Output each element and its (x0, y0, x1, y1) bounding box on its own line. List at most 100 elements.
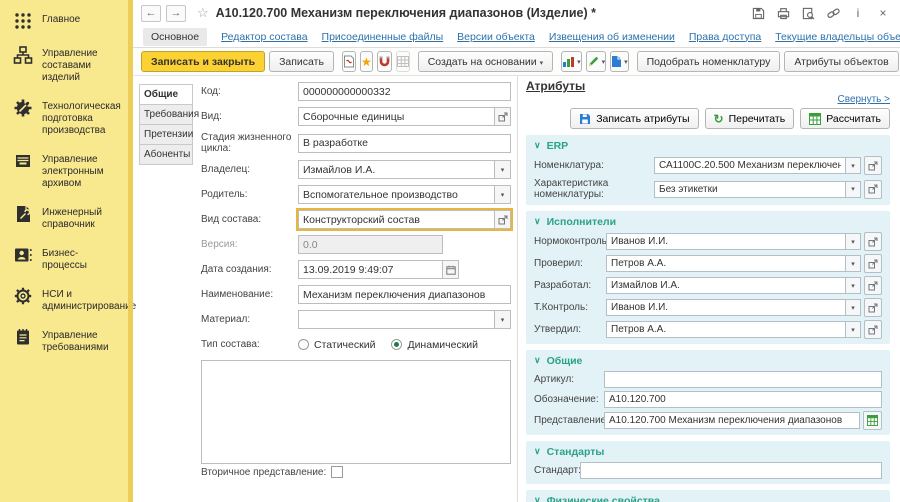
characteristic-open-button[interactable] (864, 180, 882, 199)
kind-input[interactable] (298, 107, 495, 126)
save-icon[interactable] (751, 6, 765, 20)
standard-input[interactable] (580, 462, 882, 479)
code-input[interactable] (298, 82, 511, 101)
favorites-button[interactable]: ★ (360, 51, 373, 72)
tab-current-owners[interactable]: Текущие владельцы объекта (775, 31, 900, 43)
sidebar-splitter[interactable] (128, 0, 133, 502)
sidebar-item-requirements-management[interactable]: Управление требованиями (0, 320, 133, 361)
developed-by-dropdown-button[interactable]: ▾ (846, 277, 861, 294)
checked-by-dropdown-button[interactable]: ▾ (846, 255, 861, 272)
tab-requirements[interactable]: Требования (139, 104, 193, 125)
parent-dropdown-button[interactable]: ▾ (495, 185, 511, 204)
info-icon[interactable]: i (851, 6, 865, 20)
tech-control-input[interactable] (606, 299, 846, 316)
sidebar-item-tech-preparation[interactable]: Технологическая подготовка производства (0, 91, 133, 144)
parent-input[interactable] (298, 185, 495, 204)
preview-icon[interactable] (801, 6, 815, 20)
section-common-header[interactable]: ∨Общие (534, 353, 882, 368)
tab-subscribers[interactable]: Абоненты (139, 144, 193, 165)
reports-chart-button[interactable]: ▾ (561, 51, 582, 72)
owner-dropdown-button[interactable]: ▾ (495, 160, 511, 179)
report-button[interactable] (342, 51, 356, 72)
chevron-down-icon: ▾ (851, 185, 855, 193)
sidebar-item-nsi-administration[interactable]: НСИ и администрирование (0, 279, 133, 320)
developed-by-input[interactable] (606, 277, 846, 294)
norm-control-dropdown-button[interactable]: ▾ (846, 233, 861, 250)
sidebar-item-engineering-reference[interactable]: Инженерный справочник (0, 197, 133, 238)
composition-kind-open-button[interactable] (495, 210, 511, 229)
open-icon (868, 184, 878, 194)
favorite-star-icon[interactable]: ☆ (197, 5, 209, 21)
tab-main[interactable]: Основное (143, 28, 207, 46)
checked-by-input[interactable] (606, 255, 846, 272)
radio-dynamic[interactable]: Динамический (391, 339, 478, 351)
calculate-button[interactable]: Рассчитать (800, 108, 890, 129)
norm-control-open-button[interactable] (864, 232, 882, 251)
tab-access-rights[interactable]: Права доступа (689, 31, 761, 43)
collapse-link[interactable]: Свернуть > (526, 94, 890, 105)
approved-by-open-button[interactable] (864, 320, 882, 339)
name-input[interactable] (298, 285, 511, 304)
object-attributes-button[interactable]: Атрибуты объектов (784, 51, 898, 72)
presentation-input[interactable] (604, 412, 860, 429)
checked-by-open-button[interactable] (864, 254, 882, 273)
tab-change-notices[interactable]: Извещения об изменении (549, 31, 675, 43)
nomenclature-open-button[interactable] (864, 156, 882, 175)
tab-claims[interactable]: Претензии (139, 124, 193, 145)
nomenclature-dropdown-button[interactable]: ▾ (846, 157, 861, 174)
sidebar-item-label: Главное (42, 11, 80, 26)
designation-input[interactable] (604, 391, 882, 408)
section-erp-header[interactable]: ∨ERP (534, 138, 882, 153)
table-view-button[interactable] (396, 51, 410, 72)
sidebar-item-main[interactable]: Главное (0, 4, 133, 38)
close-icon[interactable]: × (876, 6, 890, 20)
sidebar-item-business-processes[interactable]: Бизнес-процессы (0, 238, 133, 279)
create-based-on-button[interactable]: Создать на основании ▾ (418, 51, 553, 72)
tech-control-open-button[interactable] (864, 298, 882, 317)
save-attributes-button[interactable]: Записать атрибуты (570, 108, 698, 129)
magnet-pick-button[interactable] (377, 51, 392, 72)
created-calendar-button[interactable] (443, 260, 459, 279)
created-input[interactable] (298, 260, 443, 279)
open-icon (498, 215, 508, 225)
composition-kind-input[interactable] (298, 210, 495, 229)
tech-control-dropdown-button[interactable]: ▾ (846, 299, 861, 316)
characteristic-dropdown-button[interactable]: ▾ (846, 181, 861, 198)
norm-control-input[interactable] (606, 233, 846, 250)
description-textarea[interactable] (201, 360, 511, 464)
article-input[interactable] (604, 371, 882, 388)
doc-wrench-icon (13, 204, 33, 224)
pick-nomenclature-button[interactable]: Подобрать номенклатуру (637, 51, 781, 72)
secondary-checkbox[interactable] (331, 466, 343, 478)
edit-menu-button[interactable]: ▾ (586, 51, 607, 72)
section-executors-header[interactable]: ∨Исполнители (534, 214, 882, 229)
sidebar-item-electronic-archive[interactable]: Управление электронным архивом (0, 144, 133, 197)
tab-attached-files[interactable]: Присоединенные файлы (322, 31, 444, 43)
save-button[interactable]: Записать (269, 51, 334, 72)
radio-static[interactable]: Статический (298, 339, 375, 351)
characteristic-input[interactable] (654, 181, 846, 198)
developed-by-open-button[interactable] (864, 276, 882, 295)
presentation-calc-button[interactable] (863, 411, 882, 430)
link-icon[interactable] (826, 6, 840, 20)
print-icon[interactable] (776, 6, 790, 20)
lifecycle-input[interactable] (298, 134, 511, 153)
approved-by-input[interactable] (606, 321, 846, 338)
section-standards-header[interactable]: ∨Стандарты (534, 444, 882, 459)
material-input[interactable] (298, 310, 495, 329)
reread-button[interactable]: ↻ Перечитать (705, 108, 795, 129)
nomenclature-input[interactable] (654, 157, 846, 174)
material-dropdown-button[interactable]: ▾ (495, 310, 511, 329)
tab-composition-editor[interactable]: Редактор состава (221, 31, 307, 43)
back-button[interactable]: ← (141, 5, 161, 22)
save-and-close-button[interactable]: Записать и закрыть (141, 51, 265, 72)
tab-general[interactable]: Общие (139, 84, 193, 105)
section-physical-header[interactable]: ∨Физические свойства (534, 493, 882, 502)
document-menu-button[interactable]: ▾ (610, 51, 629, 72)
approved-by-dropdown-button[interactable]: ▾ (846, 321, 861, 338)
forward-button[interactable]: → (166, 5, 186, 22)
owner-input[interactable] (298, 160, 495, 179)
kind-open-button[interactable] (495, 107, 511, 126)
tab-object-versions[interactable]: Версии объекта (457, 31, 535, 43)
sidebar-item-product-structures[interactable]: Управление составами изделий (0, 38, 133, 91)
